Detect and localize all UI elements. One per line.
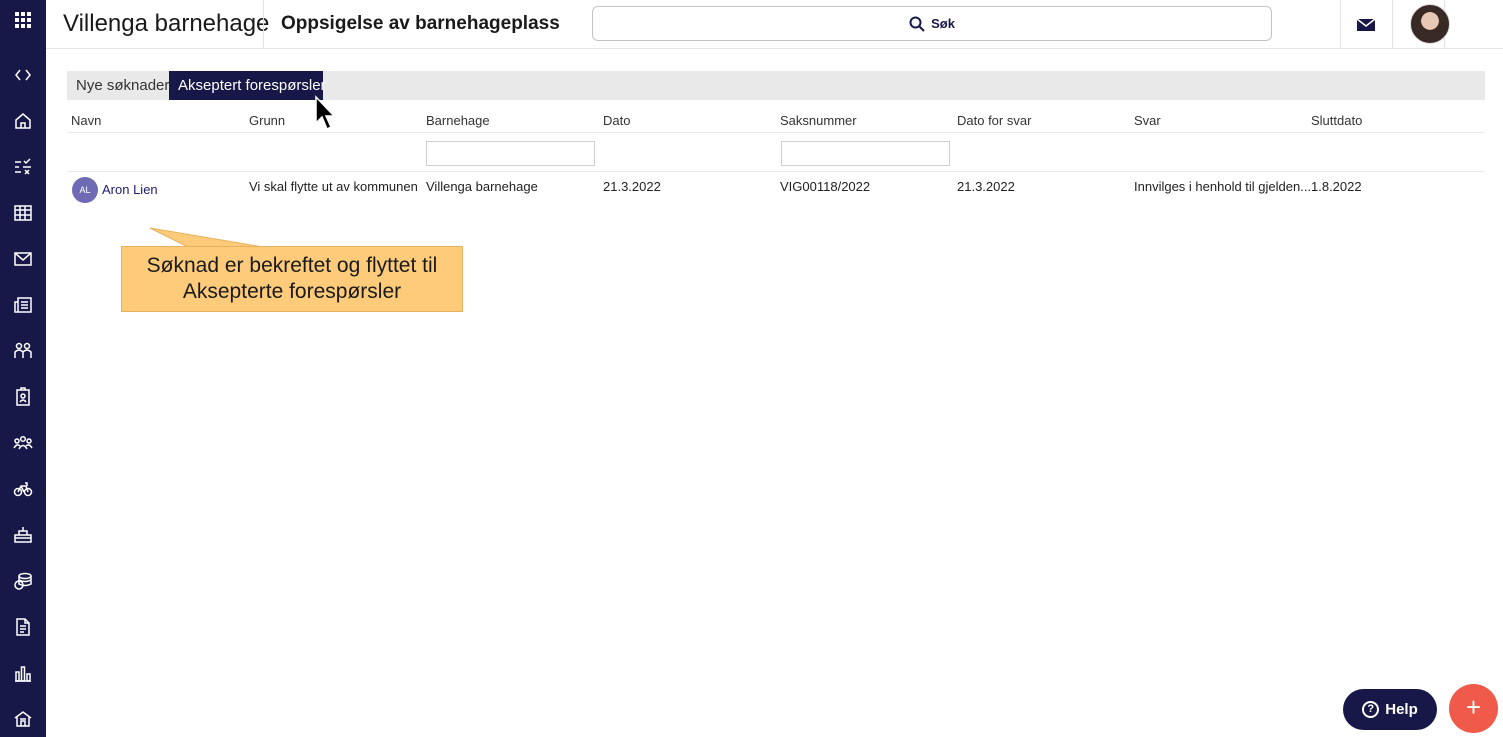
home-icon[interactable] [8,106,38,136]
divider [263,0,264,49]
mouse-cursor-icon [315,95,336,131]
app-title: Villenga barnehage [63,10,270,37]
children-icon[interactable] [8,336,38,366]
barnehage-filter-input[interactable] [426,141,595,166]
divider [1392,0,1393,49]
column-header-grunn[interactable]: Grunn [249,113,285,128]
column-header-dato[interactable]: Dato [603,113,630,128]
child-name-link[interactable]: Aron Lien [102,182,158,197]
apps-grid-icon[interactable] [8,5,38,35]
mail-icon[interactable] [8,244,38,274]
news-icon[interactable] [8,290,38,320]
case-number-cell: VIG00118/2022 [780,179,871,194]
divider [67,132,1485,133]
document-icon[interactable] [8,612,38,642]
column-header-sluttdato[interactable]: Sluttdato [1311,113,1362,128]
groups-icon[interactable] [8,428,38,458]
building-icon[interactable] [8,704,38,734]
mail-icon[interactable] [1353,12,1379,38]
divider [1340,0,1341,49]
bike-icon[interactable] [8,474,38,504]
kindergarten-icon[interactable] [8,520,38,550]
page-title: Oppsigelse av barnehageplass [281,13,560,34]
add-button[interactable]: + [1449,684,1498,733]
user-avatar[interactable] [1410,4,1450,44]
calendar-grid-icon[interactable] [8,198,38,228]
column-header-svar[interactable]: Svar [1134,113,1161,128]
top-bar: Villenga barnehage Oppsigelse av barneha… [46,0,1503,49]
reason-cell: Vi skal flytte ut av kommunen [249,179,418,194]
column-header-barnehage[interactable]: Barnehage [426,113,490,128]
callout-pointer [149,227,264,248]
badge-icon[interactable] [8,382,38,412]
reply-date-cell: 21.3.2022 [957,179,1015,194]
column-header-dato-for-svar[interactable]: Dato for svar [957,113,1031,128]
coins-icon[interactable] [8,566,38,596]
search-input[interactable]: Søk [592,6,1272,41]
callout-tooltip: Søknad er bekreftet og flyttet til Aksep… [121,246,463,312]
help-button[interactable]: ? Help [1343,689,1437,730]
tab-new-applications[interactable]: Nye søknader [67,71,178,100]
expand-collapse-icon[interactable] [8,60,38,90]
reply-cell: Innvilges i henhold til gjelden... [1134,179,1312,194]
tab-accepted-requests[interactable]: Akseptert forespørsler [169,71,326,100]
kindergarten-cell: Villenga barnehage [426,179,538,194]
sidebar [0,0,46,737]
checklist-icon[interactable] [8,152,38,182]
saksnummer-filter-input[interactable] [781,141,950,166]
stats-icon[interactable] [8,658,38,688]
column-header-navn[interactable]: Navn [71,113,101,128]
end-date-cell: 1.8.2022 [1311,179,1362,194]
help-label: Help [1385,701,1418,718]
avatar: AL [72,177,98,203]
search-icon [909,16,925,32]
search-label: Søk [931,16,955,31]
column-header-saksnummer[interactable]: Saksnummer [780,113,857,128]
tab-bar: Nye søknader Akseptert forespørsler [67,71,1485,100]
date-cell: 21.3.2022 [603,179,661,194]
divider [67,171,1485,172]
help-icon: ? [1362,701,1380,718]
